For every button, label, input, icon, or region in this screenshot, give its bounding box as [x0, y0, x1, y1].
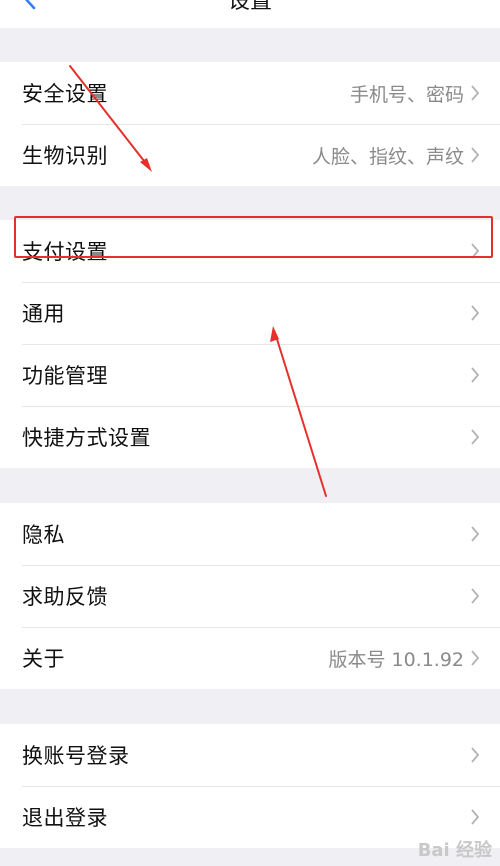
chevron-right-icon	[471, 588, 480, 604]
settings-group-security: 安全设置 手机号、密码 生物识别 人脸、指纹、声纹	[0, 62, 500, 186]
chevron-right-icon	[471, 747, 480, 763]
chevron-right-icon	[471, 85, 480, 101]
row-shortcut-settings[interactable]: 快捷方式设置	[0, 406, 500, 468]
chevron-right-icon	[471, 650, 480, 666]
chevron-right-icon	[471, 367, 480, 383]
row-value: 手机号、密码	[349, 83, 464, 106]
row-label: 退出登录	[22, 806, 108, 830]
row-label: 生物识别	[22, 144, 108, 168]
row-label: 快捷方式设置	[22, 426, 151, 450]
row-switch-account[interactable]: 换账号登录	[0, 724, 500, 786]
row-label: 换账号登录	[22, 744, 130, 768]
row-label: 关于	[22, 647, 65, 671]
row-help-feedback[interactable]: 求助反馈	[0, 565, 500, 627]
row-label: 隐私	[22, 523, 65, 547]
row-label: 通用	[22, 302, 65, 326]
row-general[interactable]: 通用	[0, 282, 500, 344]
chevron-right-icon	[471, 305, 480, 321]
watermark: Bai 经验	[417, 840, 492, 861]
chevron-right-icon	[471, 429, 480, 445]
row-privacy[interactable]: 隐私	[0, 503, 500, 565]
row-label: 功能管理	[22, 364, 108, 388]
row-label: 求助反馈	[22, 585, 108, 609]
row-biometrics[interactable]: 生物识别 人脸、指纹、声纹	[0, 124, 500, 186]
row-feature-management[interactable]: 功能管理	[0, 344, 500, 406]
page-title: 设置	[227, 0, 272, 14]
chevron-right-icon	[471, 147, 480, 163]
chevron-right-icon	[471, 809, 480, 825]
settings-group-account: 换账号登录 退出登录	[0, 724, 500, 848]
row-label: 安全设置	[22, 82, 108, 106]
row-value: 版本号 10.1.92	[328, 648, 464, 671]
nav-bar: 设置	[0, 0, 500, 28]
annotation-highlight-box	[14, 216, 493, 258]
chevron-right-icon	[471, 526, 480, 542]
row-security-settings[interactable]: 安全设置 手机号、密码	[0, 62, 500, 124]
settings-group-privacy: 隐私 求助反馈 关于 版本号 10.1.92	[0, 503, 500, 689]
row-about[interactable]: 关于 版本号 10.1.92	[0, 627, 500, 689]
row-value: 人脸、指纹、声纹	[311, 145, 464, 168]
